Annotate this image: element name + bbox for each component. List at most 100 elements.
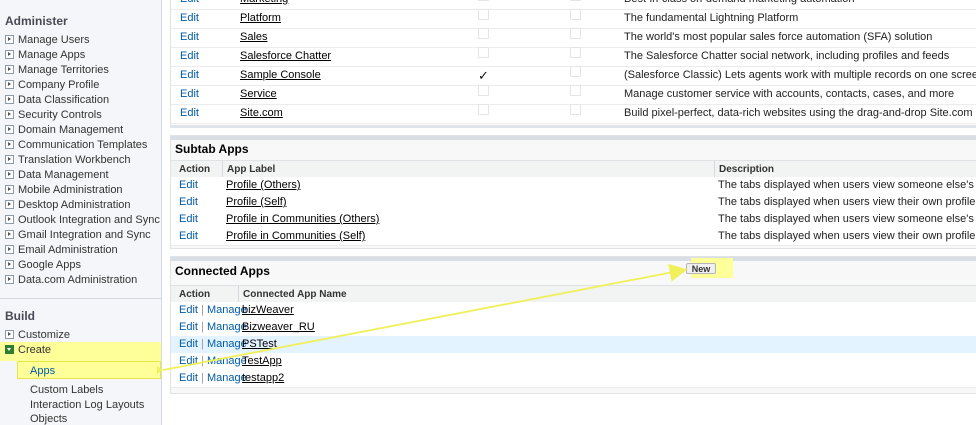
checkbox-icon [570,85,581,96]
expand-icon[interactable] [5,94,14,104]
expand-icon[interactable] [5,64,14,74]
checkbox-icon [570,104,581,115]
app-label-link[interactable]: Platform [240,12,281,24]
setup-sidebar: Administer Manage Users Manage Apps Manage… [0,0,162,425]
sidebar-item-customize[interactable]: Customize [5,328,70,343]
expand-icon[interactable] [5,124,14,134]
edit-link[interactable]: Edit [179,338,198,350]
app-description: Best-in-class on-demand marketing automa… [624,0,855,9]
expand-icon[interactable] [5,184,14,194]
sidebar-item-gmail-integration-and-sync[interactable]: Gmail Integration and Sync [5,228,151,243]
subtab-label-link[interactable]: Profile (Others) [226,179,301,191]
app-label-link[interactable]: Service [240,88,277,100]
apps-table: Edit Marketing Best-in-class on-demand mar… [170,0,976,126]
expand-icon[interactable] [5,109,14,119]
sidebar-item-domain-management[interactable]: Domain Management [5,123,123,138]
collapse-icon[interactable] [5,344,14,354]
connected-apps-section: Connected Apps Action Connected App Name… [170,256,976,394]
table-row: Edit Profile in Communities (Self) The tab… [171,228,976,246]
table-row: Edit Sample Console ✓ (Salesforce Classic) … [171,66,976,86]
sidebar-item-data-classification[interactable]: Data Classification [5,93,109,108]
main-content: Edit Marketing Best-in-class on-demand mar… [170,0,976,425]
expand-icon[interactable] [5,154,14,164]
edit-link[interactable]: Edit [180,107,199,119]
subtab-label-link[interactable]: Profile in Communities (Self) [226,230,365,242]
sidebar-item-data-management[interactable]: Data Management [5,168,109,183]
edit-link[interactable]: Edit [180,69,199,81]
sidebar-item-objects[interactable]: Objects [30,412,67,425]
sidebar-item-company-profile[interactable]: Company Profile [5,78,99,93]
sidebar-item-outlook-integration-and-sync[interactable]: Outlook Integration and Sync [5,213,160,228]
checkbox-icon [478,85,489,96]
app-description: The Salesforce Chatter social network, i… [624,50,950,62]
subtab-description: The tabs displayed when users view their… [718,230,976,242]
edit-link[interactable]: Edit [180,31,199,43]
expand-icon[interactable] [5,244,14,254]
new-connected-app-button[interactable]: New [686,263,716,274]
checkbox-icon [478,9,489,20]
edit-link[interactable]: Edit [180,12,199,24]
app-label-link[interactable]: Sample Console [240,69,321,81]
connected-app-name-link[interactable]: Bizweaver_RU [242,321,315,333]
manage-link[interactable]: Manage [207,321,247,333]
app-label-link[interactable]: Site.com [240,107,283,119]
checkbox-icon [478,0,489,1]
manage-link[interactable]: Manage [207,304,247,316]
edit-link[interactable]: Edit [179,213,198,225]
sidebar-item-manage-territories[interactable]: Manage Territories [5,63,109,78]
expand-icon[interactable] [5,214,14,224]
app-label-link[interactable]: Salesforce Chatter [240,50,331,62]
sidebar-item-create[interactable]: Create [5,343,51,358]
manage-link[interactable]: Manage [207,372,247,384]
checkbox-icon [570,66,581,77]
sidebar-item-desktop-administration[interactable]: Desktop Administration [5,198,131,213]
sidebar-item-translation-workbench[interactable]: Translation Workbench [5,153,131,168]
manage-link[interactable]: Manage [207,338,247,350]
edit-link[interactable]: Edit [179,321,198,333]
sidebar-item-mobile-administration[interactable]: Mobile Administration [5,183,123,198]
sidebar-item-communication-templates[interactable]: Communication Templates [5,138,147,153]
apps-table-footer [170,125,976,128]
checkbox-icon [570,28,581,39]
connected-app-name-link[interactable]: testapp2 [242,372,284,384]
edit-link[interactable]: Edit [179,179,198,191]
sidebar-item-google-apps[interactable]: Google Apps [5,258,81,273]
expand-icon[interactable] [5,34,14,44]
edit-link[interactable]: Edit [180,0,199,5]
expand-icon[interactable] [5,79,14,89]
expand-icon[interactable] [5,199,14,209]
connected-app-name-link[interactable]: TestApp [242,355,282,367]
sidebar-item-apps[interactable]: Apps [30,364,55,378]
table-row: Edit Profile in Communities (Others) The t… [171,211,976,229]
edit-link[interactable]: Edit [180,88,199,100]
table-row: Edit Site.com Build pixel-perfect, data-ri… [171,104,976,124]
subtab-label-link[interactable]: Profile in Communities (Others) [226,213,379,225]
expand-icon[interactable] [5,139,14,149]
sidebar-item-manage-apps[interactable]: Manage Apps [5,48,85,63]
expand-icon[interactable] [5,169,14,179]
edit-link[interactable]: Edit [179,372,198,384]
edit-link[interactable]: Edit [179,355,198,367]
edit-link[interactable]: Edit [179,304,198,316]
sidebar-item-manage-users[interactable]: Manage Users [5,33,90,48]
edit-link[interactable]: Edit [179,196,198,208]
expand-icon[interactable] [5,49,14,59]
sidebar-item-email-administration[interactable]: Email Administration [5,243,118,258]
expand-icon[interactable] [5,329,14,339]
connected-app-name-link[interactable]: PSTest [242,338,277,350]
expand-icon[interactable] [5,259,14,269]
sidebar-item-data-com-administration[interactable]: Data.com Administration [5,273,137,288]
edit-link[interactable]: Edit [179,230,198,242]
edit-link[interactable]: Edit [180,50,199,62]
sidebar-item-interaction-log-layouts[interactable]: Interaction Log Layouts [30,398,144,412]
expand-icon[interactable] [5,229,14,239]
manage-link[interactable]: Manage [207,355,247,367]
sidebar-item-custom-labels[interactable]: Custom Labels [30,383,103,397]
subtab-label-link[interactable]: Profile (Self) [226,196,287,208]
app-label-link[interactable]: Sales [240,31,268,43]
expand-icon[interactable] [5,274,14,284]
connected-app-name-link[interactable]: bizWeaver [242,304,294,316]
sidebar-item-security-controls[interactable]: Security Controls [5,108,102,123]
app-label-link[interactable]: Marketing [240,0,288,5]
checkbox-icon [478,47,489,58]
